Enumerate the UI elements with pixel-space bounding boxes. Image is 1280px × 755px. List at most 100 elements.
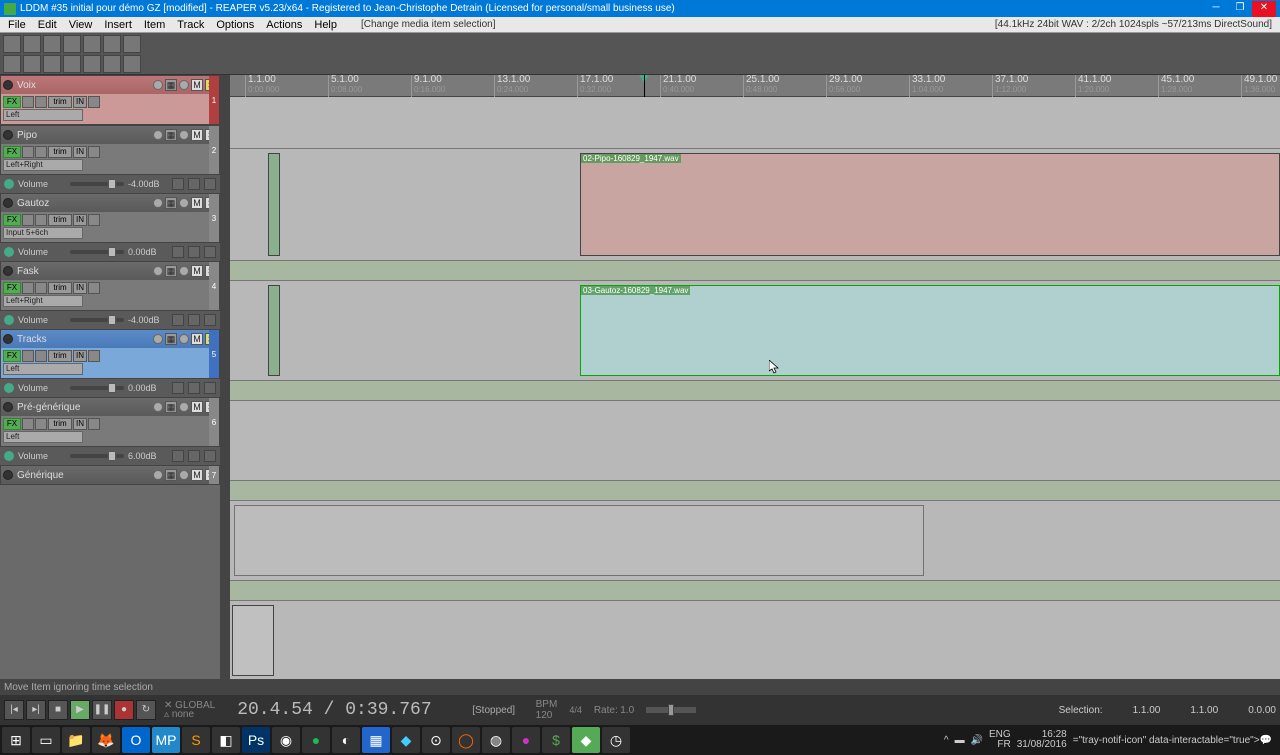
track-name[interactable]: Pré-générique: [15, 402, 151, 413]
tray-net-icon[interactable]: ▬: [955, 735, 965, 746]
transport-play[interactable]: ▶: [70, 700, 90, 720]
env-mode[interactable]: [172, 314, 184, 326]
lane-tracks[interactable]: [230, 501, 1280, 581]
pan-knob[interactable]: [153, 130, 163, 140]
env-bypass[interactable]: [204, 450, 216, 462]
vol-knob[interactable]: [179, 470, 189, 480]
env-mode[interactable]: [172, 382, 184, 394]
env-toggle[interactable]: [4, 451, 14, 461]
lane-voix[interactable]: [230, 97, 1280, 149]
toolbar-b6[interactable]: [103, 55, 121, 73]
firefox-icon[interactable]: 🦊: [92, 727, 120, 753]
transport-bpm[interactable]: BPM120: [536, 699, 558, 721]
app-icon-3[interactable]: ▦: [362, 727, 390, 753]
track-name[interactable]: Pipo: [15, 130, 151, 141]
route-select[interactable]: Left: [3, 431, 83, 443]
track-générique[interactable]: Générique▦MS7: [0, 465, 220, 485]
env-mode[interactable]: [172, 450, 184, 462]
explorer-icon[interactable]: 📁: [62, 727, 90, 753]
fx-button[interactable]: FX: [3, 146, 21, 158]
record-arm[interactable]: [3, 266, 13, 276]
routing-button[interactable]: ▦: [165, 197, 177, 209]
env-mode[interactable]: [172, 178, 184, 190]
fx-bypass[interactable]: [22, 96, 34, 108]
transport-record[interactable]: ●: [114, 700, 134, 720]
menu-track[interactable]: Track: [171, 19, 210, 31]
app-icon-8[interactable]: $: [542, 727, 570, 753]
volume-slider[interactable]: [70, 318, 124, 322]
transport-start[interactable]: |◂: [4, 700, 24, 720]
toolbar-lock-icon[interactable]: [123, 55, 141, 73]
arrange-view[interactable]: 1.1.000:00.0005.1.000:08.0009.1.000:16.0…: [230, 75, 1280, 679]
selection-info[interactable]: Selection: 1.1.00 1.1.00 0.0.00: [1059, 705, 1276, 716]
trim-button[interactable]: trim: [48, 282, 72, 294]
toolbar-grid[interactable]: [83, 35, 101, 53]
toolbar-b3[interactable]: [43, 55, 61, 73]
monitor-button[interactable]: [88, 418, 100, 430]
phase-button[interactable]: [35, 214, 47, 226]
clip-pipo-small[interactable]: [268, 153, 280, 256]
app-icon-2[interactable]: ◧: [212, 727, 240, 753]
clip-gautoz-small[interactable]: [268, 285, 280, 376]
transport-repeat[interactable]: ↻: [136, 700, 156, 720]
mp-icon[interactable]: MP: [152, 727, 180, 753]
toolbar-locking[interactable]: [123, 35, 141, 53]
trim-button[interactable]: trim: [48, 350, 72, 362]
vol-knob[interactable]: [179, 80, 189, 90]
track-fask[interactable]: Fask▦MSFXtrimINLeft+Right4: [0, 261, 220, 311]
outlook-icon[interactable]: O: [122, 727, 150, 753]
lane-gautoz-env[interactable]: [230, 381, 1280, 401]
mute-button[interactable]: M: [191, 129, 203, 141]
track-voix[interactable]: Voix▦MSFXtrimINLeft1: [0, 75, 220, 125]
fx-bypass[interactable]: [22, 418, 34, 430]
pan-knob[interactable]: [153, 198, 163, 208]
clip-gautoz-main[interactable]: 03-Gautoz-160829_1947.wav: [580, 285, 1280, 376]
close-button[interactable]: ✕: [1252, 1, 1276, 17]
pan-knob[interactable]: [153, 470, 163, 480]
menu-help[interactable]: Help: [308, 19, 343, 31]
pan-knob[interactable]: [153, 266, 163, 276]
track-gautoz[interactable]: Gautoz▦MSFXtrimINInput 5+6ch3: [0, 193, 220, 243]
chrome-icon[interactable]: ◐: [332, 727, 360, 753]
env-mode[interactable]: [172, 246, 184, 258]
monitor-button[interactable]: [88, 350, 100, 362]
routing-button[interactable]: ▦: [165, 79, 177, 91]
toolbar-b2[interactable]: [23, 55, 41, 73]
env-arm[interactable]: [188, 314, 200, 326]
volume-envelope-lane[interactable]: Volume6.00dB: [0, 447, 220, 465]
app-icon-7[interactable]: ●: [512, 727, 540, 753]
mute-button[interactable]: M: [191, 333, 203, 345]
toolbar-item-grouping[interactable]: [23, 35, 41, 53]
menu-edit[interactable]: Edit: [32, 19, 63, 31]
maximize-button[interactable]: ❐: [1228, 1, 1252, 17]
lane-fask[interactable]: [230, 401, 1280, 481]
steam-icon[interactable]: ⊙: [422, 727, 450, 753]
env-toggle[interactable]: [4, 179, 14, 189]
fx-bypass[interactable]: [22, 214, 34, 226]
lane-gautoz[interactable]: 03-Gautoz-160829_1947.wav: [230, 281, 1280, 381]
start-button[interactable]: ⊞: [2, 727, 30, 753]
obs-icon[interactable]: ◉: [272, 727, 300, 753]
phase-button[interactable]: [35, 350, 47, 362]
env-toggle[interactable]: [4, 247, 14, 257]
route-select[interactable]: Input 5+6ch: [3, 227, 83, 239]
env-arm[interactable]: [188, 246, 200, 258]
monitor-button[interactable]: [88, 146, 100, 158]
record-arm[interactable]: [3, 402, 13, 412]
track-name[interactable]: Tracks: [15, 334, 151, 345]
volume-envelope-lane[interactable]: Volume-4.00dB: [0, 311, 220, 329]
volume-slider[interactable]: [70, 386, 124, 390]
env-bypass[interactable]: [204, 178, 216, 190]
timeline-ruler[interactable]: 1.1.000:00.0005.1.000:08.0009.1.000:16.0…: [230, 75, 1280, 97]
transport-stop[interactable]: ■: [48, 700, 68, 720]
track-pipo[interactable]: Pipo▦MSFXtrimINLeft+Right2: [0, 125, 220, 175]
sublime-icon[interactable]: S: [182, 727, 210, 753]
input-button[interactable]: IN: [73, 282, 87, 294]
record-arm[interactable]: [3, 80, 13, 90]
fx-bypass[interactable]: [22, 282, 34, 294]
volume-envelope-lane[interactable]: Volume0.00dB: [0, 379, 220, 397]
mute-button[interactable]: M: [191, 265, 203, 277]
routing-button[interactable]: ▦: [165, 129, 177, 141]
trim-button[interactable]: trim: [48, 146, 72, 158]
vol-knob[interactable]: [179, 402, 189, 412]
